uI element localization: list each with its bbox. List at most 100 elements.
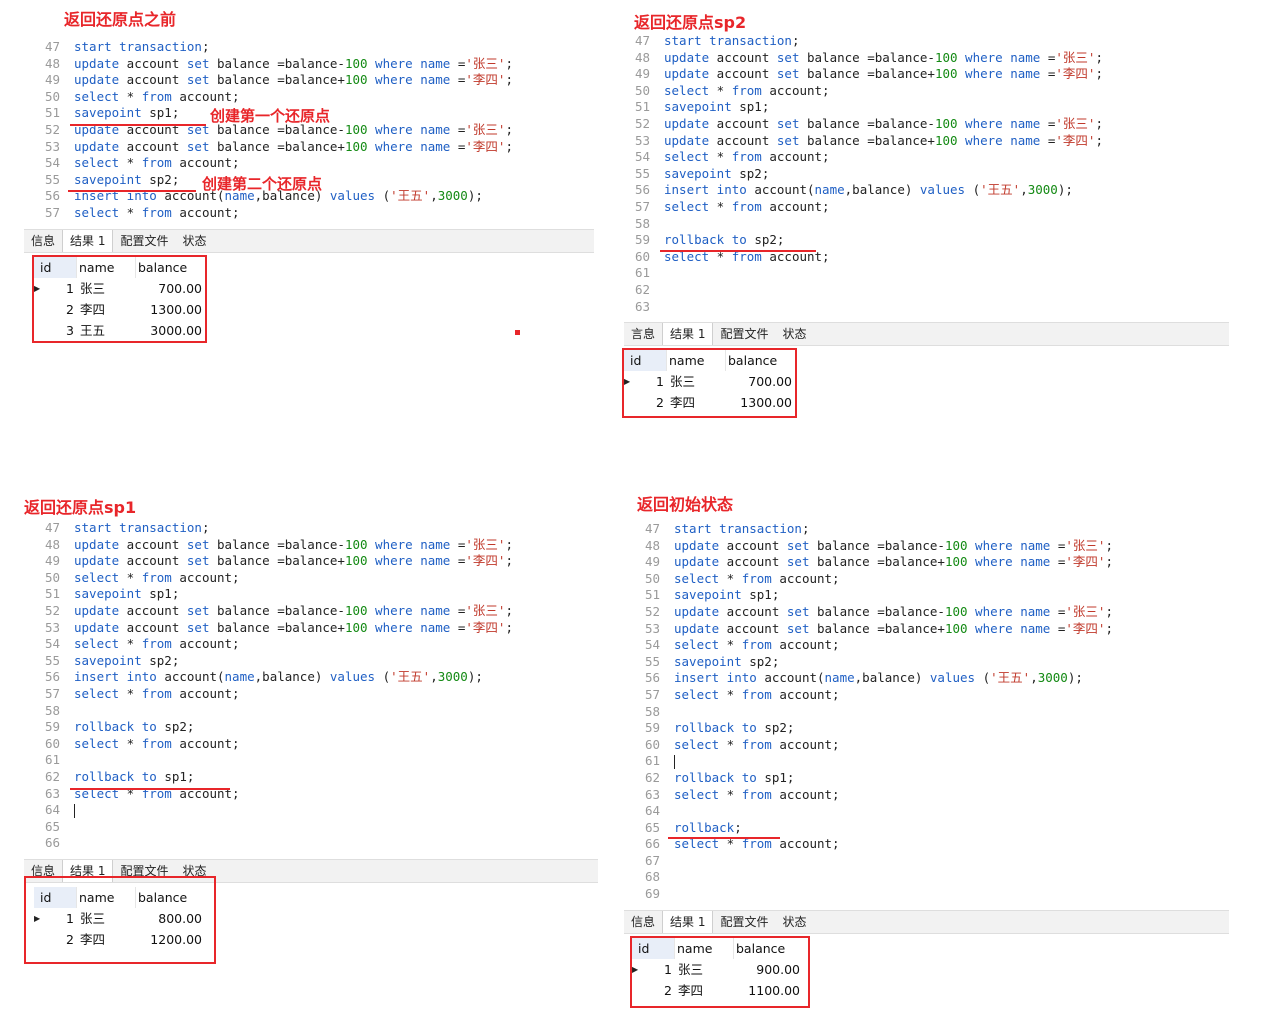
code-line[interactable]: 60 select * from account; (624, 737, 1229, 754)
code-line[interactable]: 64 (624, 803, 1229, 820)
code-line[interactable]: 49 update account set balance =balance+10… (24, 72, 594, 89)
code-line[interactable]: 62 rollback to sp1; (624, 770, 1229, 787)
code-line[interactable]: 55 savepoint sp2; (614, 166, 1228, 183)
code-line[interactable]: 48 update account set balance =balance-10… (624, 538, 1229, 555)
result-tab[interactable]: 信息 (624, 911, 662, 933)
code-line[interactable]: 52 update account set balance =balance-10… (24, 603, 598, 620)
code-line[interactable]: 55 savepoint sp2; (24, 653, 598, 670)
code-line[interactable]: 47 start transaction; (24, 39, 594, 56)
result-tab[interactable]: 信息 (24, 230, 62, 252)
code-line[interactable]: 50 select * from account; (624, 571, 1229, 588)
line-number: 54 (44, 155, 60, 171)
sql-keyword: select (674, 736, 720, 752)
sql-editor[interactable]: 47 start transaction; 48 update account set… (24, 520, 598, 856)
code-line[interactable]: 57 select * from account; (24, 686, 598, 703)
code-line[interactable]: 58 (24, 703, 598, 720)
sql-keyword: select (74, 155, 120, 171)
line-number: 54 (644, 637, 660, 653)
code-line[interactable]: 56 insert into account(name,balance) valu… (24, 669, 598, 686)
sql-keyword: savepoint (74, 586, 142, 602)
code-line[interactable]: 59 rollback to sp2; (614, 232, 1228, 249)
result-tab[interactable]: 状态 (175, 230, 213, 252)
code-line[interactable]: 47 start transaction; (24, 520, 598, 537)
code-line[interactable]: 54 select * from account; (624, 637, 1229, 654)
code-line[interactable]: 51 savepoint sp1; (624, 587, 1229, 604)
sql-editor[interactable]: 47 start transaction; 48 update account se… (24, 39, 594, 225)
code-line[interactable]: 50 select * from account; (614, 83, 1228, 100)
code-line[interactable]: 64 (24, 802, 598, 819)
code-line[interactable]: 49 update account set balance =balance+10… (24, 553, 598, 570)
sql-keyword: from (141, 155, 172, 171)
code-line[interactable]: 58 (624, 704, 1229, 721)
code-line[interactable]: 60 select * from account; (24, 736, 598, 753)
code-line[interactable]: 54 select * from account; (24, 636, 598, 653)
result-tab[interactable]: 结果 1 (662, 323, 714, 345)
code-line[interactable]: 53 update account set balance =balance+10… (24, 139, 594, 156)
code-line[interactable]: 62 rollback to sp1; (24, 769, 598, 786)
sql-keyword: update (74, 138, 120, 154)
code-line[interactable]: 54 select * from account; (24, 155, 594, 172)
result-tab[interactable]: 言息 (624, 323, 662, 345)
code-line[interactable]: 48 update account set balance =balance-10… (24, 537, 598, 554)
code-line[interactable]: 59 rollback to sp2; (624, 720, 1229, 737)
code-line[interactable]: 47 start transaction; (624, 521, 1229, 538)
sql-editor[interactable]: 47 start transaction; 48 update account set… (614, 33, 1228, 319)
code-line[interactable]: 49 update account set balance =balance+10… (614, 66, 1228, 83)
code-line[interactable]: 53 update account set balance =balance+10… (624, 621, 1229, 638)
code-line[interactable]: 69 (624, 886, 1229, 903)
line-number: 60 (44, 735, 60, 751)
sql-text: account; (171, 204, 240, 220)
code-line[interactable]: 52 update account set balance =balance-10… (614, 116, 1228, 133)
result-tab[interactable]: 配置文件 (713, 911, 775, 933)
code-line[interactable]: 53 update account set balance =balance+10… (24, 620, 598, 637)
code-line[interactable]: 68 (624, 869, 1229, 886)
result-tab[interactable]: 状态 (775, 911, 813, 933)
code-line[interactable]: 59 rollback to sp2; (24, 719, 598, 736)
code-line[interactable]: 50 select * from account; (24, 89, 594, 106)
code-line[interactable]: 61 (614, 265, 1228, 282)
sql-text: ; (801, 521, 810, 536)
code-line[interactable]: 61 (24, 752, 598, 769)
code-line[interactable]: 53 update account set balance =balance+10… (614, 133, 1228, 150)
code-line[interactable]: 67 (624, 853, 1229, 870)
sql-string: '李四' (465, 553, 506, 569)
sql-text: balance =balance+ (799, 132, 935, 148)
code-line[interactable]: 48 update account set balance =balance-10… (614, 50, 1228, 67)
code-line[interactable]: 56 insert into account(name,balance) valu… (614, 182, 1228, 199)
code-line[interactable]: 55 savepoint sp2; (624, 654, 1229, 671)
code-line[interactable]: 50 select * from account; (24, 570, 598, 587)
code-line[interactable]: 65 rollback; (624, 820, 1229, 837)
code-line[interactable]: 54 select * from account; (614, 149, 1228, 166)
result-tab[interactable]: 结果 1 (62, 230, 114, 252)
result-tab[interactable]: 配置文件 (713, 323, 775, 345)
code-line[interactable]: 51 savepoint sp1; (24, 586, 598, 603)
red-dot-mark (515, 330, 520, 335)
code-line[interactable]: 57 select * from account; (614, 199, 1228, 216)
code-line[interactable]: 65 (24, 819, 598, 836)
result-tab[interactable]: 状态 (775, 323, 813, 345)
code-line[interactable]: 61 (624, 753, 1229, 770)
code-line[interactable]: 47 start transaction; (614, 33, 1228, 50)
result-tab[interactable]: 配置文件 (113, 230, 175, 252)
sql-text: sp1; (741, 587, 780, 603)
code-line[interactable]: 66 (24, 835, 598, 852)
code-line[interactable]: 51 savepoint sp1; (614, 99, 1228, 116)
code-line[interactable]: 52 update account set balance =balance-10… (624, 604, 1229, 621)
result-tab[interactable]: 结果 1 (662, 911, 714, 933)
line-number: 53 (44, 619, 60, 635)
code-line[interactable]: 62 (614, 282, 1228, 299)
code-line[interactable]: 56 insert into account(name,balance) valu… (624, 670, 1229, 687)
code-line[interactable]: 48 update account set balance =balance-10… (24, 56, 594, 73)
code-line[interactable]: 58 (614, 216, 1228, 233)
code-line[interactable]: 57 select * from account; (624, 687, 1229, 704)
code-line[interactable]: 63 (614, 299, 1228, 316)
sql-editor[interactable]: 47 start transaction; 48 update account set… (624, 521, 1229, 907)
sql-text: ); (467, 188, 483, 204)
code-line[interactable]: 63 select * from account; (624, 787, 1229, 804)
code-line[interactable]: 49 update account set balance =balance+10… (624, 554, 1229, 571)
sql-number: 100 (944, 537, 968, 553)
code-line[interactable]: 57 select * from account; (24, 205, 594, 222)
